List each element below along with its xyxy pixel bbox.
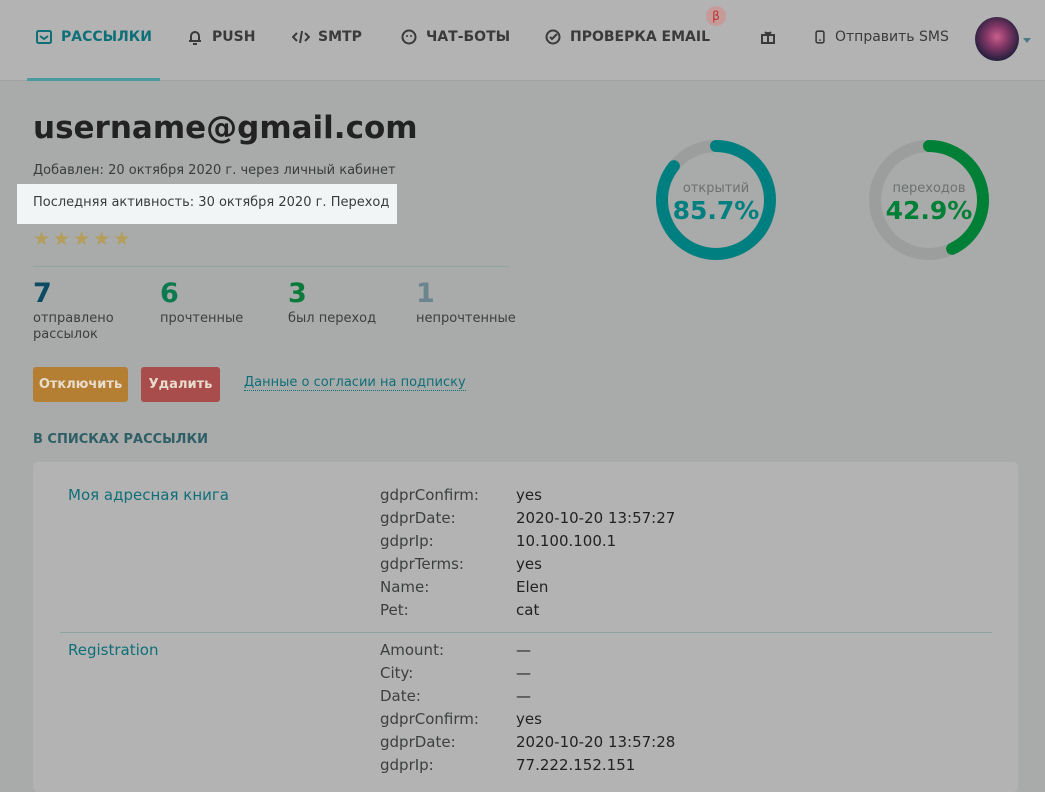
disable-button[interactable]: Отключить [33,367,128,402]
field-value: — [516,664,531,682]
lists-card: Моя адресная книга gdprConfirm: yes gdprDat… [33,462,1018,792]
field-value: yes [516,555,542,573]
beta-badge: β [706,6,726,26]
divider [33,266,509,267]
star-icon: ★ [73,228,91,250]
field-value: — [516,641,531,659]
added-info: Добавлен: 20 октября 2020 г. через личны… [33,163,396,178]
field-label: City: [380,664,414,682]
field-label: gdprIp: [380,532,434,550]
gift-button[interactable] [759,28,777,46]
star-icon: ★ [33,228,51,250]
phone-icon [815,30,825,44]
opens-donut: открытий 85.7% [654,138,778,262]
send-sms-label: Отправить SMS [835,29,949,45]
envelope-icon [36,30,52,44]
nav-item-chatbots[interactable]: ЧАТ-БОТЫ [400,28,510,46]
stat-clicked: 3 был переход [288,278,377,326]
avatar[interactable] [975,17,1019,61]
field-value: yes [516,486,542,504]
star-icon: ★ [113,228,131,250]
nav-label: ПРОВЕРКА EMAIL [570,29,710,45]
nav-item-email-check[interactable]: ПРОВЕРКА EMAIL [544,28,710,46]
field-value: 2020-10-20 13:57:28 [516,733,676,751]
field-label: gdprIp: [380,756,434,774]
send-sms-button[interactable]: Отправить SMS [813,28,949,46]
field-label: gdprDate: [380,733,456,751]
last-activity: Последняя активность: 30 октября 2020 г.… [33,195,390,210]
stat-sent: 7 отправлено рассылок [33,278,114,342]
nav-label: РАССЫЛКИ [61,29,152,45]
field-label: gdprConfirm: [380,486,479,504]
lists-section-title: В СПИСКАХ РАССЫЛКИ [33,432,208,447]
divider [60,632,992,633]
field-label: Amount: [380,641,444,659]
delete-button[interactable]: Удалить [141,367,220,402]
nav-label: ЧАТ-БОТЫ [426,29,511,45]
clicks-label: переходов [892,181,966,196]
field-label: Name: [380,578,430,596]
nav-label: SMTP [318,29,362,45]
gift-icon [761,31,775,44]
field-value: — [516,687,531,705]
active-tab-indicator [27,78,160,81]
field-label: gdprConfirm: [380,710,479,728]
star-icon: ★ [93,228,111,250]
nav-item-mailings[interactable]: РАССЫЛКИ [35,28,152,46]
field-label: gdprDate: [380,509,456,527]
field-label: gdprTerms: [380,555,464,573]
contact-email: username@gmail.com [33,110,418,146]
chat-icon [401,29,417,45]
field-label: Pet: [380,601,409,619]
star-icon: ★ [53,228,71,250]
field-label: Date: [380,687,421,705]
field-value: yes [516,710,542,728]
field-value: Elen [516,578,549,596]
check-circle-icon [545,29,561,45]
stat-unread: 1 непрочтенные [416,278,516,326]
clicks-donut: переходов 42.9% [867,138,991,262]
field-value: cat [516,601,540,619]
rating-stars: ★ ★ ★ ★ ★ [33,228,130,250]
nav-label: PUSH [212,29,256,45]
field-value: 77.222.152.151 [516,756,636,774]
opens-label: открытий [682,181,750,196]
list-name[interactable]: Registration [68,641,158,659]
code-icon [292,30,310,44]
list-name[interactable]: Моя адресная книга [68,486,229,504]
field-value: 10.100.100.1 [516,532,617,550]
chevron-down-icon[interactable] [1023,38,1031,43]
clicks-value: 42.9% [885,196,973,225]
bell-icon [189,31,201,45]
nav-item-smtp[interactable]: SMTP [292,28,362,46]
top-nav: РАССЫЛКИ PUSH SMTP ЧАТ-БОТЫ ПРОВЕРКА EMA… [0,0,1045,81]
stat-read: 6 прочтенные [160,278,244,326]
nav-item-push[interactable]: PUSH [186,28,255,46]
opens-value: 85.7% [672,196,760,225]
field-value: 2020-10-20 13:57:27 [516,509,676,527]
consent-link[interactable]: Данные о согласии на подписку [244,375,466,391]
